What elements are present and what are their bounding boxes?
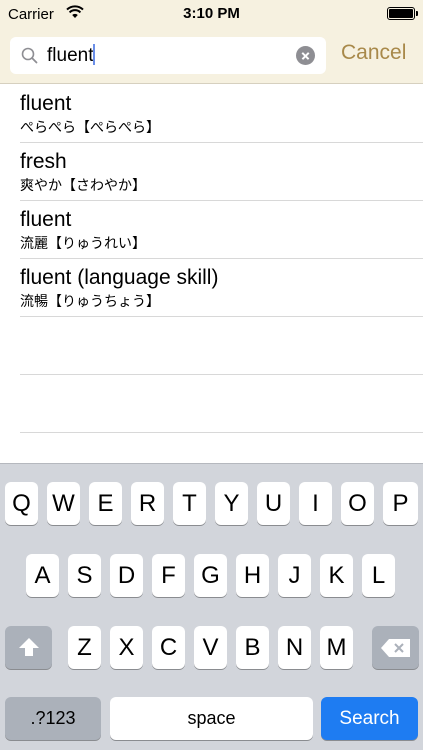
result-english: fluent (20, 92, 72, 115)
clock: 3:10 PM (183, 5, 240, 22)
key-t[interactable]: T (173, 482, 206, 525)
space-key[interactable]: space (110, 697, 313, 740)
key-w[interactable]: W (47, 482, 80, 525)
result-english: fluent (language skill) (20, 266, 219, 289)
key-y[interactable]: Y (215, 482, 248, 525)
key-r[interactable]: R (131, 482, 164, 525)
key-i[interactable]: I (299, 482, 332, 525)
shift-key[interactable] (5, 626, 52, 669)
key-n[interactable]: N (278, 626, 311, 669)
search-key[interactable]: Search (321, 697, 418, 740)
result-japanese: ぺらぺら【ぺらぺら】 (20, 120, 160, 136)
result-japanese: 流麗【りゅうれい】 (20, 236, 146, 252)
status-bar: Carrier 3:10 PM (0, 0, 423, 30)
clear-search-icon[interactable] (296, 46, 315, 65)
empty-row (20, 317, 423, 375)
key-l[interactable]: L (362, 554, 395, 597)
key-j[interactable]: J (278, 554, 311, 597)
key-m[interactable]: M (320, 626, 353, 669)
numbers-key[interactable]: .?123 (5, 697, 101, 740)
key-x[interactable]: X (110, 626, 143, 669)
key-f[interactable]: F (152, 554, 185, 597)
key-s[interactable]: S (68, 554, 101, 597)
result-row[interactable]: fluent (language skill) 流暢【りゅうちょう】 (20, 259, 423, 317)
key-a[interactable]: A (26, 554, 59, 597)
result-japanese: 流暢【りゅうちょう】 (20, 294, 160, 310)
cancel-button[interactable]: Cancel (341, 41, 406, 65)
battery-icon (387, 7, 418, 20)
key-k[interactable]: K (320, 554, 353, 597)
key-p[interactable]: P (383, 482, 418, 525)
result-japanese: 爽やか【さわやか】 (20, 178, 146, 194)
result-english: fresh (20, 150, 67, 173)
key-u[interactable]: U (257, 482, 290, 525)
key-c[interactable]: C (152, 626, 185, 669)
key-o[interactable]: O (341, 482, 374, 525)
keyboard: Q W E R T Y U I O P A S D F G H J K L Z … (0, 463, 423, 750)
delete-key[interactable] (372, 626, 419, 669)
search-input[interactable]: fluent (47, 44, 96, 67)
key-g[interactable]: G (194, 554, 227, 597)
empty-row (20, 375, 423, 433)
text-cursor (93, 44, 96, 65)
results-list: fluent ぺらぺら【ぺらぺら】 fresh 爽やか【さわやか】 fluent… (0, 85, 423, 433)
key-h[interactable]: H (236, 554, 269, 597)
backspace-icon (381, 639, 410, 657)
key-q[interactable]: Q (5, 482, 38, 525)
key-z[interactable]: Z (68, 626, 101, 669)
search-icon (21, 47, 38, 64)
key-v[interactable]: V (194, 626, 227, 669)
key-d[interactable]: D (110, 554, 143, 597)
search-header: Carrier 3:10 PM fluent Cancel (0, 0, 423, 84)
search-query-text: fluent (47, 45, 94, 66)
key-b[interactable]: B (236, 626, 269, 669)
result-row[interactable]: fresh 爽やか【さわやか】 (20, 143, 423, 201)
shift-icon (19, 638, 39, 656)
result-english: fluent (20, 208, 72, 231)
search-field[interactable]: fluent (10, 37, 326, 74)
result-row[interactable]: fluent 流麗【りゅうれい】 (20, 201, 423, 259)
key-e[interactable]: E (89, 482, 122, 525)
result-row[interactable]: fluent ぺらぺら【ぺらぺら】 (20, 85, 423, 143)
